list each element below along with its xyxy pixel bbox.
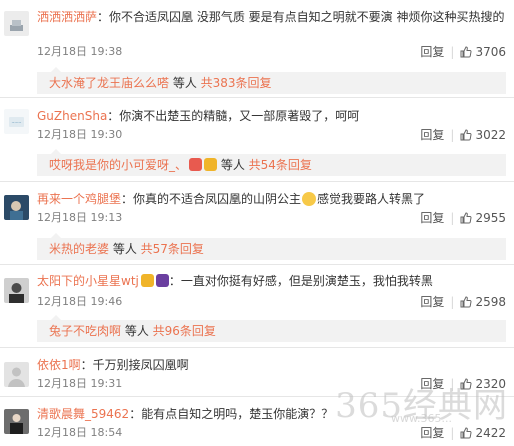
reply-summary[interactable]: 大水淹了龙王庙么么嗒 等人 共383条回复: [37, 67, 506, 94]
divider: [0, 97, 514, 98]
comment-time: 12月18日 19:46: [37, 295, 123, 308]
reply-summary-text: 等人: [217, 158, 249, 172]
comment-text: 洒洒洒洒萨：你不合适凤囚凰 没那气质 要是有点自知之明就不要演 神烦你这种买热搜…: [37, 8, 510, 26]
thumbs-up-icon: [460, 212, 472, 224]
reply-username[interactable]: 兔子不吃肉啊: [49, 324, 121, 338]
comment-text: GuZhenSha：你演不出楚玉的精髓，又一部原著毁了，呵呵: [37, 107, 510, 125]
reply-summary[interactable]: 米热的老婆 等人 共57条回复: [37, 233, 506, 260]
reply-username[interactable]: 米热的老婆: [49, 242, 109, 256]
comment-username[interactable]: 依依1啊: [37, 358, 81, 372]
reply-button[interactable]: 回复: [420, 210, 444, 226]
thumbs-up-icon: [460, 46, 472, 58]
comment-actions: 回复 | 2422: [420, 425, 506, 441]
like-count: 2422: [475, 426, 506, 440]
comment-text: 依依1啊：千万别接凤囚凰啊: [37, 356, 510, 374]
thumbs-up-icon: [460, 296, 472, 308]
reply-summary[interactable]: 兔子不吃肉啊 等人 共96条回复: [37, 315, 506, 342]
member-badge-icon: [155, 274, 169, 287]
comment-text: 太阳下的小星星wtj ：一直对你挺有好感，但是别演楚玉，我怕我转黑: [37, 272, 510, 290]
reply-button[interactable]: 回复: [420, 44, 444, 60]
comment-time: 12月18日 19:30: [37, 128, 123, 141]
like-count: 2598: [475, 295, 506, 309]
like-button[interactable]: 3022: [460, 127, 506, 143]
reply-count-link[interactable]: 共383条回复: [201, 76, 272, 90]
reply-button[interactable]: 回复: [420, 127, 444, 143]
reply-summary-text: 等人: [121, 324, 153, 338]
like-button[interactable]: 3706: [460, 44, 506, 60]
like-count: 2955: [475, 211, 506, 225]
comment-username[interactable]: 再来一个鸡腿堡: [37, 192, 121, 206]
reply-count-link[interactable]: 共57条回复: [141, 242, 204, 256]
comment-username[interactable]: 洒洒洒洒萨: [37, 10, 97, 24]
comment-body: ：你真的不适合凤囚凰的山阴公主: [121, 192, 302, 206]
divider: [0, 347, 514, 348]
comment-body: ：你不合适凤囚凰 没那气质 要是有点自知之明就不要演 神烦你这种买热搜的: [97, 10, 505, 24]
comment-username[interactable]: GuZhenSha: [37, 109, 107, 123]
comment-body: ：能有点自知之明吗，楚玉你能演？？: [129, 407, 334, 421]
avatar[interactable]: [4, 278, 29, 303]
comment-time: 12月18日 19:13: [37, 211, 123, 224]
reply-username[interactable]: 哎呀我是你的小可爱呀_、: [49, 158, 187, 172]
divider: [0, 181, 514, 182]
like-button[interactable]: 2955: [460, 210, 506, 226]
watermark-url: www.365...: [391, 412, 452, 425]
reply-username[interactable]: 大水淹了龙王庙么么嗒: [49, 76, 169, 90]
comment-time: 12月18日 19:38: [37, 45, 123, 58]
like-count: 3706: [475, 45, 506, 59]
avatar[interactable]: [4, 11, 29, 36]
comment-username[interactable]: 太阳下的小星星wtj: [37, 274, 139, 288]
like-button[interactable]: 2598: [460, 294, 506, 310]
comment-actions: 回复 | 3706: [420, 44, 506, 60]
like-button[interactable]: 2422: [460, 425, 506, 441]
divider: [0, 264, 514, 265]
reply-button[interactable]: 回复: [420, 425, 444, 441]
comment-body: ：一直对你挺有好感，但是别演楚玉，我怕我转黑: [168, 274, 433, 288]
avatar[interactable]: ~~~: [4, 109, 29, 134]
reply-summary-text: 等人: [169, 76, 201, 90]
confused-emoji-icon: [302, 192, 317, 206]
reply-count-link[interactable]: 共96条回复: [153, 324, 216, 338]
thumbs-up-icon: [460, 427, 472, 439]
avatar[interactable]: [4, 409, 29, 434]
vip-badge-icon: [204, 158, 218, 171]
reply-count-link[interactable]: 共54条回复: [249, 158, 312, 172]
svg-text:~~~: ~~~: [11, 120, 21, 125]
reply-summary-text: 等人: [109, 242, 141, 256]
vip-crown-icon: [140, 274, 154, 287]
comment-text: 再来一个鸡腿堡：你真的不适合凤囚凰的山阴公主 感觉我要路人转黑了: [37, 190, 510, 208]
comment-body: ：千万别接凤囚凰啊: [80, 358, 189, 372]
comment-time: 12月18日 18:54: [37, 426, 123, 439]
comment-body-end: 感觉我要路人转黑了: [317, 192, 426, 206]
comment-body: ：你演不出楚玉的精髓，又一部原著毁了，呵呵: [107, 109, 360, 123]
comment-actions: 回复 | 3022: [420, 127, 506, 143]
reply-summary[interactable]: 哎呀我是你的小可爱呀_、 等人 共54条回复: [37, 149, 506, 176]
comment-actions: 回复 | 2955: [420, 210, 506, 226]
comment-username[interactable]: 清歌晨舞_59462: [37, 407, 129, 421]
avatar[interactable]: [4, 195, 29, 220]
reply-button[interactable]: 回复: [420, 294, 444, 310]
comment-actions: 回复 | 2598: [420, 294, 506, 310]
like-count: 3022: [475, 128, 506, 142]
thumbs-up-icon: [460, 129, 472, 141]
avatar[interactable]: [4, 362, 29, 387]
level-badge-icon: [189, 158, 203, 171]
comment-time: 12月18日 19:31: [37, 377, 123, 390]
